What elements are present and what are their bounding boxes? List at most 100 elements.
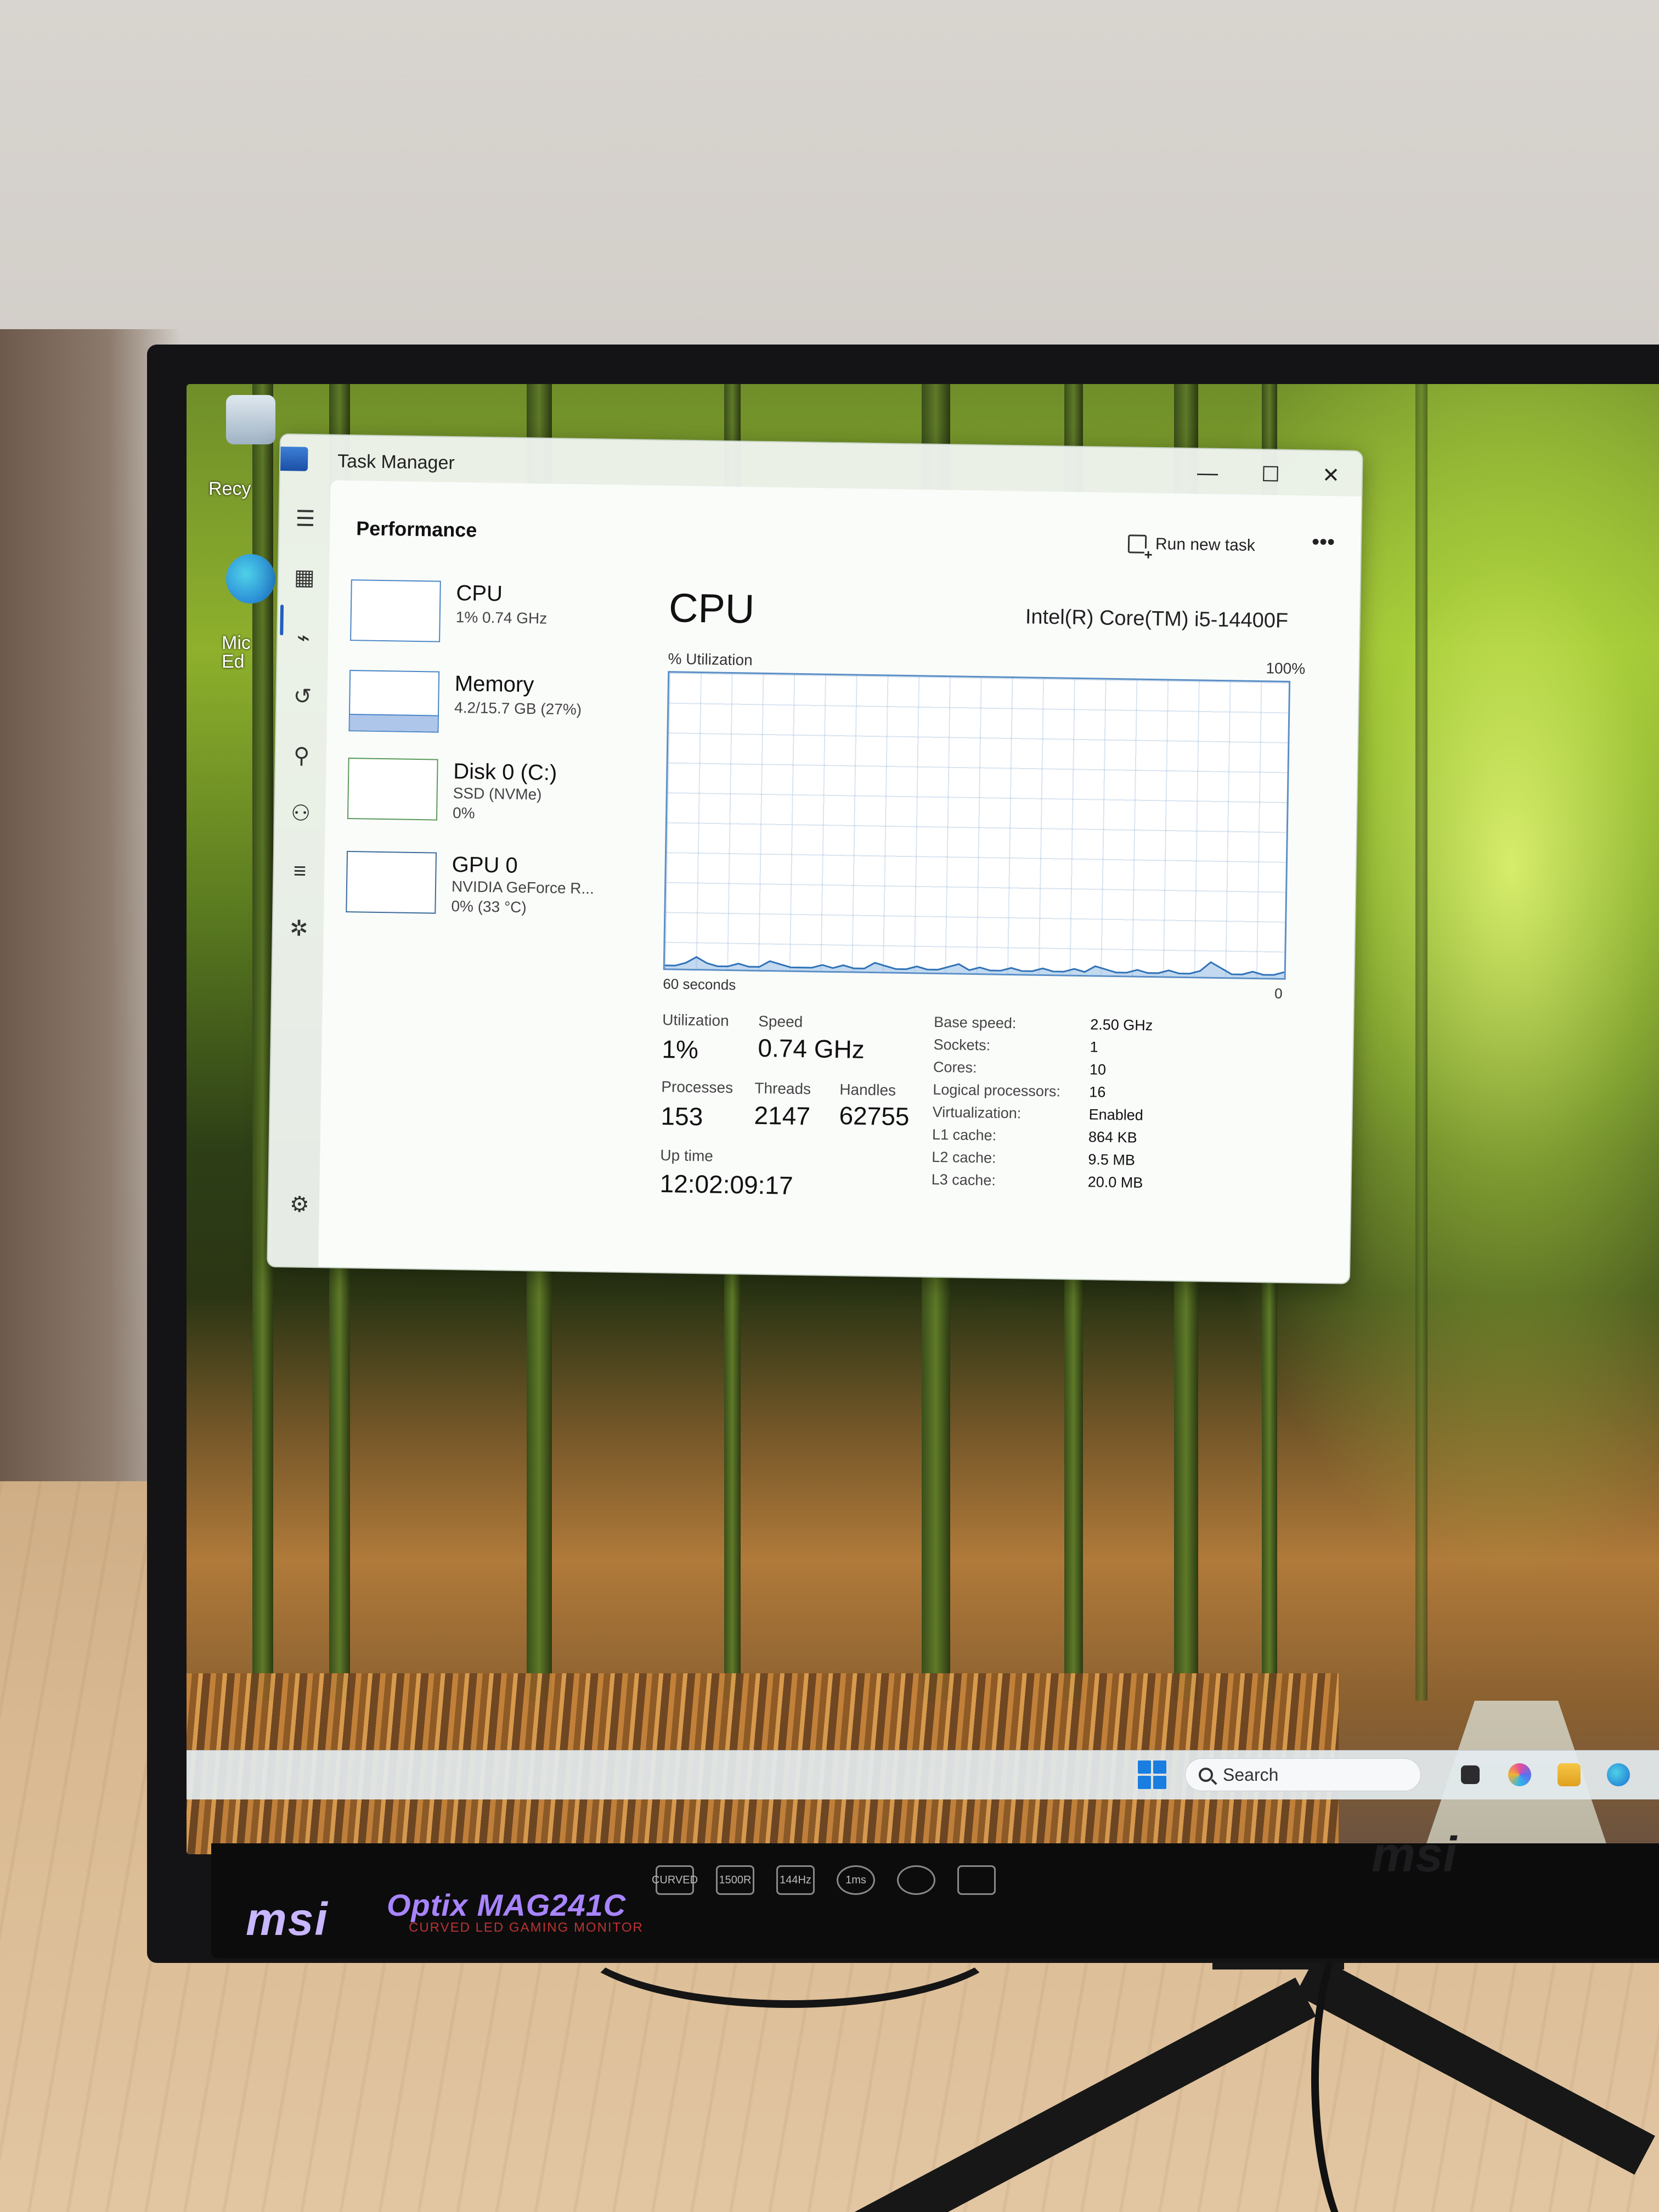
memory-fill xyxy=(349,713,438,732)
spec-value: 864 KB xyxy=(1088,1128,1137,1146)
graph-min-label: 0 xyxy=(1274,985,1283,1002)
nav-selection-indicator xyxy=(280,605,284,636)
feature-badge xyxy=(897,1865,935,1895)
resource-detail: NVIDIA GeForce R... xyxy=(451,878,595,898)
edge-icon[interactable] xyxy=(226,554,275,603)
window-title: Task Manager xyxy=(337,450,455,474)
monitor-model: Optix MAG241C xyxy=(387,1888,627,1922)
run-new-task-label: Run new task xyxy=(1155,535,1256,555)
bamboo-stalk xyxy=(1415,384,1427,1701)
spec-value: 2.50 GHz xyxy=(1090,1016,1153,1034)
spec-label: Sockets: xyxy=(933,1036,991,1054)
spec-value: 16 xyxy=(1089,1084,1106,1101)
minimize-button[interactable]: — xyxy=(1180,456,1235,490)
spec-label: Cores: xyxy=(933,1058,977,1076)
handles-value: 62755 xyxy=(839,1101,910,1131)
threads-value: 2147 xyxy=(754,1101,811,1131)
spec-label: L3 cache: xyxy=(931,1171,996,1189)
run-task-icon xyxy=(1127,534,1147,554)
windows-start-icon[interactable] xyxy=(1136,1758,1169,1791)
more-options-button[interactable]: ••• xyxy=(1312,530,1335,555)
disk-thumbnail xyxy=(347,758,438,821)
feature-badge: 144Hz xyxy=(776,1865,815,1895)
taskbar: Search xyxy=(187,1750,1659,1799)
maximize-button[interactable]: ☐ xyxy=(1243,458,1299,492)
resource-detail: 0% xyxy=(452,804,475,822)
resource-name: Disk 0 (C:) xyxy=(453,759,557,786)
resource-memory[interactable]: Memory 4.2/15.7 GB (27%) xyxy=(348,670,635,751)
taskbar-search-box[interactable]: Search xyxy=(1185,1758,1421,1791)
speed-label: Speed xyxy=(758,1012,803,1031)
task-manager-window: Task Manager — ☐ ✕ ☰ ▦ ⌁ ↺ ⚲ ⚇ ≡ ✲ ⚙ Per… xyxy=(267,433,1363,1284)
recycle-bin-icon[interactable] xyxy=(226,395,275,444)
performance-icon[interactable]: ⌁ xyxy=(290,624,318,652)
spec-value: Enabled xyxy=(1088,1106,1144,1124)
spec-value: 9.5 MB xyxy=(1088,1151,1136,1169)
cpu-model-name: Intel(R) Core(TM) i5-14400F xyxy=(1025,605,1289,633)
resource-detail: 4.2/15.7 GB (27%) xyxy=(454,699,582,718)
graph-time-label: 60 seconds xyxy=(663,975,736,994)
cpu-utilization-graph xyxy=(663,671,1291,980)
resource-detail: 1% 0.74 GHz xyxy=(455,608,548,627)
cpu-heading: CPU xyxy=(668,585,755,632)
memory-thumbnail xyxy=(348,670,440,733)
utilization-value: 1% xyxy=(662,1035,699,1064)
utilization-label: Utilization xyxy=(662,1011,729,1029)
file-explorer-icon[interactable] xyxy=(1553,1758,1585,1791)
users-icon[interactable]: ⚇ xyxy=(287,799,315,827)
settings-icon[interactable]: ⚙ xyxy=(290,1192,310,1217)
resource-detail: SSD (NVMe) xyxy=(453,785,542,803)
graph-label: % Utilization xyxy=(668,650,753,669)
msi-logo: msi xyxy=(246,1893,329,1945)
gpu-thumbnail xyxy=(346,851,437,914)
resource-name: Memory xyxy=(454,672,534,697)
details-icon[interactable]: ≡ xyxy=(286,857,314,885)
feature-badge: 1500R xyxy=(716,1865,754,1895)
startup-apps-icon[interactable]: ⚲ xyxy=(287,742,315,770)
spec-value: 1 xyxy=(1090,1039,1098,1056)
cpu-graph-svg xyxy=(664,956,1285,978)
speed-value: 0.74 GHz xyxy=(758,1033,865,1064)
spec-label: Logical processors: xyxy=(933,1081,1061,1100)
desktop-icon-label: Mic Ed xyxy=(222,633,251,672)
spec-label: Virtualization: xyxy=(932,1103,1022,1122)
spec-label: L2 cache: xyxy=(932,1148,996,1166)
resource-name: CPU xyxy=(456,581,503,606)
run-new-task-button[interactable]: Run new task xyxy=(1127,534,1256,555)
cpu-thumbnail xyxy=(350,579,441,642)
resource-name: GPU 0 xyxy=(452,853,518,878)
resource-disk[interactable]: Disk 0 (C:) SSD (NVMe) 0% xyxy=(347,758,634,839)
hamburger-menu-icon[interactable]: ☰ xyxy=(291,505,319,533)
processes-icon[interactable]: ▦ xyxy=(290,563,318,591)
spec-label: L1 cache: xyxy=(932,1126,997,1144)
graph-max-label: 100% xyxy=(1266,659,1306,678)
spec-label: Base speed: xyxy=(934,1013,1017,1032)
feature-badge xyxy=(957,1865,996,1895)
processes-value: 153 xyxy=(661,1102,703,1131)
task-manager-app-icon xyxy=(275,446,308,471)
processes-label: Processes xyxy=(661,1078,733,1097)
monitor-tagline: CURVED LED GAMING MONITOR xyxy=(409,1920,644,1935)
uptime-label: Up time xyxy=(660,1147,714,1165)
uptime-value: 12:02:09:17 xyxy=(659,1169,794,1200)
search-placeholder: Search xyxy=(1223,1764,1279,1785)
feature-badge: CURVED xyxy=(652,1865,698,1895)
close-button[interactable]: ✕ xyxy=(1304,458,1359,492)
search-icon xyxy=(1199,1768,1213,1782)
resource-cpu[interactable]: CPU 1% 0.74 GHz xyxy=(350,579,636,661)
desktop-icon-label: Recy xyxy=(208,478,251,499)
task-view-icon[interactable] xyxy=(1454,1758,1487,1791)
edge-icon[interactable] xyxy=(1602,1758,1635,1791)
handles-label: Handles xyxy=(839,1081,896,1099)
app-history-icon[interactable]: ↺ xyxy=(289,682,317,710)
performance-panel: Performance Run new task ••• CPU 1% 0.74… xyxy=(318,480,1363,1284)
services-icon[interactable]: ✲ xyxy=(285,915,313,943)
cpu-graph-area xyxy=(664,957,1284,978)
resource-detail: 0% (33 °C) xyxy=(451,898,527,916)
copilot-icon[interactable] xyxy=(1503,1758,1536,1791)
spec-value: 10 xyxy=(1089,1061,1107,1078)
msi-corner-logo: msi xyxy=(1372,1827,1457,1882)
feature-badge: 1ms xyxy=(837,1865,875,1895)
resource-gpu[interactable]: GPU 0 NVIDIA GeForce R... 0% (33 °C) xyxy=(346,851,632,932)
threads-label: Threads xyxy=(754,1079,811,1098)
